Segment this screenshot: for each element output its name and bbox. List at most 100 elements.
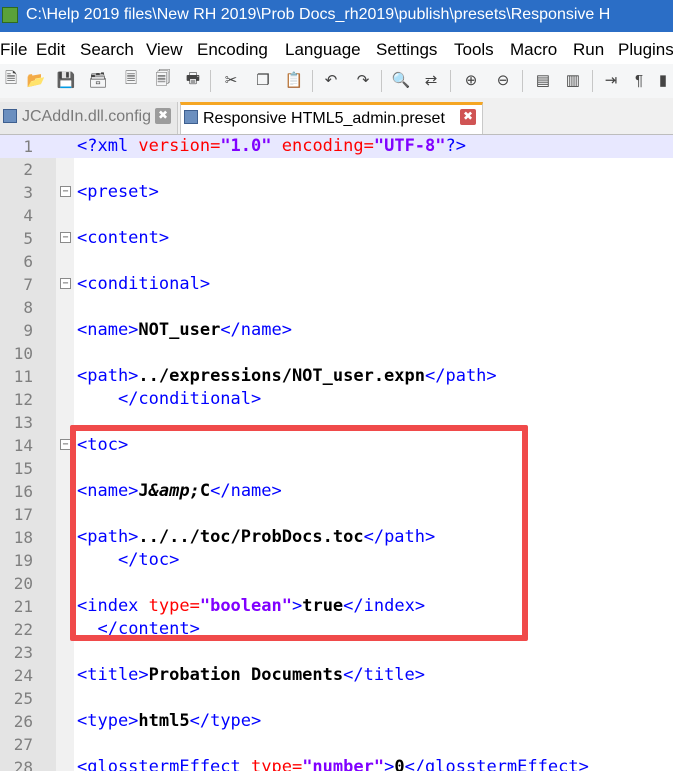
line-number: 23 [13,643,33,662]
toolbar-separator [522,70,523,92]
word-wrap-icon[interactable]: ⇥ [600,69,622,91]
paste-icon[interactable]: 📋 [283,69,305,91]
code-token: 0 [394,757,405,771]
line-number: 13 [13,413,33,432]
undo-icon[interactable]: ↶ [320,69,342,91]
menu-search[interactable]: Search [80,36,134,64]
line-number: 15 [13,459,33,478]
close-icon[interactable]: 🗏 [120,69,142,91]
code-token: > [384,757,395,771]
copy-icon[interactable]: ❐ [252,69,274,91]
menu-language[interactable]: Language [285,36,361,64]
code-token: "1.0" [220,136,272,156]
line-number: 9 [23,321,33,340]
code-token: <path> [77,366,139,386]
fold-toggle-icon[interactable]: − [60,186,71,197]
print-icon[interactable]: 🖶 [182,69,204,91]
menu-run[interactable]: Run [573,36,604,64]
code-token: </name> [220,320,292,340]
line-number: 16 [13,482,33,501]
code-token: <type> [77,711,139,731]
annotation-highlight-box [70,425,528,641]
open-file-icon[interactable]: 📂 [25,69,47,91]
save-all-icon[interactable]: 🗃 [87,69,109,91]
menu-plugins[interactable]: Plugins [618,36,673,64]
menu-encoding[interactable]: Encoding [197,36,268,64]
close-tab-icon[interactable]: ✖ [460,109,476,125]
toolbar-separator [381,70,382,92]
tab-responsive-preset[interactable]: Responsive HTML5_admin.preset ✖ [180,102,483,134]
line-number: 28 [13,758,33,771]
new-file-icon[interactable]: 🗎 [0,69,22,91]
code-token: </path> [425,366,497,386]
close-all-icon[interactable]: 🗐 [152,69,174,91]
replace-icon[interactable]: ⇄ [420,69,442,91]
fold-toggle-icon[interactable]: − [60,278,71,289]
menu-edit[interactable]: Edit [36,36,65,64]
toolbar: 🗎 📂 💾 🗃 🗏 🗐 🖶 ✂ ❐ 📋 ↶ ↷ 🔍 ⇄ ⊕ ⊖ ▤ ▥ ⇥ ¶ … [0,64,673,98]
code-line: 28 <glosstermEffect type="number">0</glo… [0,756,673,771]
close-tab-icon[interactable]: ✖ [155,108,171,124]
code-line: 23 [0,641,673,664]
line-number: 25 [13,689,33,708]
show-all-chars-icon[interactable]: ¶ [628,69,650,91]
menu-view[interactable]: View [146,36,183,64]
code-token: <?xml [77,136,139,156]
code-token: <name> [77,320,139,340]
code-line: 25 [0,687,673,710]
menu-macro[interactable]: Macro [510,36,557,64]
line-number: 18 [13,528,33,547]
code-token: <conditional> [77,274,211,294]
menu-tools[interactable]: Tools [454,36,494,64]
tab-label: JCAddIn.dll.config [22,108,151,125]
code-token: <title> [77,665,149,685]
line-number: 6 [23,252,33,271]
code-line: 11 <path>../expressions/NOT_user.expn</p… [0,365,673,388]
code-token: ?> [445,136,466,156]
line-number: 14 [13,436,33,455]
line-number: 3 [23,183,33,202]
code-line: 5 − <content> [0,227,673,250]
code-token: type= [251,757,303,771]
code-token: html5 [138,711,190,731]
line-number: 20 [13,574,33,593]
code-token: <content> [77,228,170,248]
line-number: 17 [13,505,33,524]
save-icon[interactable]: 💾 [55,69,77,91]
zoom-out-icon[interactable]: ⊖ [492,69,514,91]
line-number: 12 [13,390,33,409]
sync-vertical-icon[interactable]: ▤ [532,69,554,91]
cut-icon[interactable]: ✂ [220,69,242,91]
line-number: 8 [23,298,33,317]
code-token: <preset> [77,182,159,202]
indent-guide-icon[interactable]: ▮ [652,69,673,91]
code-token: </type> [189,711,262,731]
find-icon[interactable]: 🔍 [390,69,412,91]
menu-file[interactable]: File [0,36,27,64]
toolbar-separator [450,70,451,92]
line-number: 27 [13,735,33,754]
line-number: 26 [13,712,33,731]
tab-label: Responsive HTML5_admin.preset [203,110,445,127]
title-bar: C:\Help 2019 files\New RH 2019\Prob Docs… [0,0,673,32]
code-line: 2 [0,158,673,181]
line-number: 5 [23,229,33,248]
code-token: </glosstermEffect> [404,757,589,771]
zoom-in-icon[interactable]: ⊕ [460,69,482,91]
code-token: </title> [343,665,426,685]
code-line: 12 </conditional> [0,388,673,411]
code-line: 27 [0,733,673,756]
line-number: 19 [13,551,33,570]
tab-bar: JCAddIn.dll.config ✖ Responsive HTML5_ad… [0,98,673,135]
tab-jcaddin-config[interactable]: JCAddIn.dll.config ✖ [0,102,178,134]
toolbar-separator [592,70,593,92]
fold-toggle-icon[interactable]: − [60,232,71,243]
code-line: 10 [0,342,673,365]
save-icon [3,109,17,123]
menu-settings[interactable]: Settings [376,36,437,64]
sync-horizontal-icon[interactable]: ▥ [562,69,584,91]
toolbar-separator [312,70,313,92]
redo-icon[interactable]: ↷ [352,69,374,91]
code-token: ../expressions/NOT_user.expn [138,366,425,386]
